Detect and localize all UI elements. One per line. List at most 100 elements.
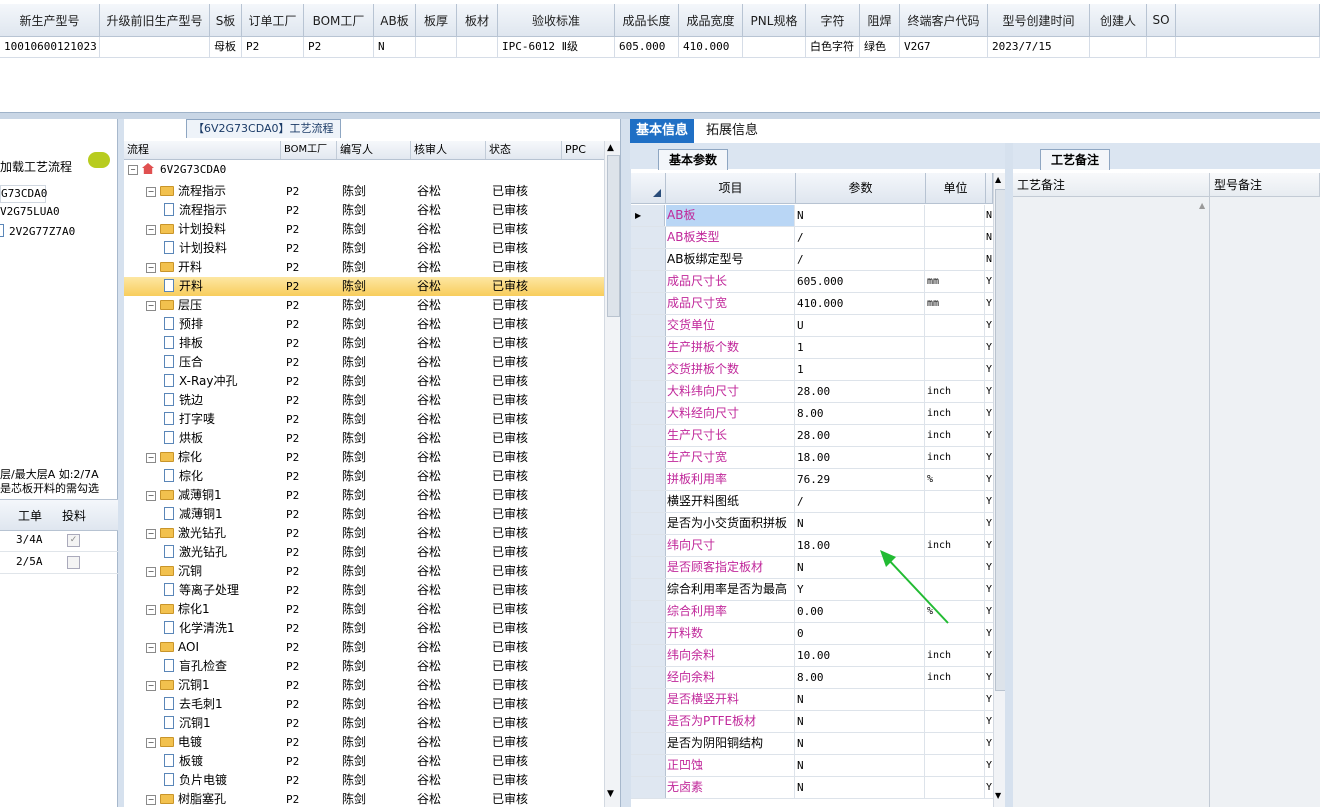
col-header[interactable]: 板厚 [416,4,457,37]
row-selector[interactable] [631,359,666,380]
chat-icon[interactable] [88,152,110,168]
list-item[interactable]: 2V2G77Z7A0 [0,224,118,240]
tree-row[interactable]: − 沉铜 P2 陈剑 谷松 已审核 [124,562,604,581]
row-selector[interactable] [631,293,666,314]
param-row[interactable]: 拼板利用率 76.29% Y [631,469,993,491]
tree-row[interactable]: 预排 P2 陈剑 谷松 已审核 [124,315,604,334]
param-row[interactable]: 是否为PTFE板材 N Y [631,711,993,733]
grid-cell[interactable]: 10010600121023 [0,37,100,58]
collapse-icon[interactable]: − [146,605,156,615]
collapse-icon[interactable]: − [146,491,156,501]
tab-process-remark[interactable]: 工艺备注 [1040,149,1111,170]
tree-row[interactable]: 沉铜1 P2 陈剑 谷松 已审核 [124,714,604,733]
param-value[interactable]: 8.00 [795,667,925,688]
col-header[interactable]: 创建人 [1090,4,1147,37]
grid-cell[interactable] [1147,37,1176,58]
param-row[interactable]: 大料纬向尺寸 28.00 inch Y [631,381,993,403]
row-selector[interactable] [631,491,666,512]
collapse-icon[interactable]: − [146,453,156,463]
param-row[interactable]: 大料经向尺寸 8.00 inch Y [631,403,993,425]
row-selector[interactable] [631,249,666,270]
param-row[interactable]: 生产尺寸宽 18.00 inch Y [631,447,993,469]
param-value[interactable]: 18.00 [795,447,925,468]
row-selector[interactable] [631,535,666,556]
col-header[interactable]: 阻焊 [860,4,900,37]
param-value[interactable]: N [795,205,925,226]
param-row[interactable]: 纬向余料 10.00 inch Y [631,645,993,667]
row-selector[interactable] [631,425,666,446]
param-row[interactable]: 是否为小交货面积拼板 N Y [631,513,993,535]
row-selector[interactable] [631,513,666,534]
grid-cell[interactable] [100,37,210,58]
collapse-icon[interactable]: − [146,263,156,273]
col-header[interactable]: PNL规格 [743,4,806,37]
collapse-icon[interactable]: − [146,643,156,653]
tree-row[interactable]: 等离子处理 P2 陈剑 谷松 已审核 [124,581,604,600]
param-value[interactable]: 8.00 [795,403,925,424]
list-item[interactable]: V2G75LUA0 [0,205,60,218]
middle-splitter[interactable] [620,119,631,807]
param-row[interactable]: 横竖开料图纸 / Y [631,491,993,513]
collapse-icon[interactable]: − [146,529,156,539]
tree-row[interactable]: − 沉铜1 P2 陈剑 谷松 已审核 [124,676,604,695]
col-header[interactable]: 升级前旧生产型号 [100,4,210,37]
tree-row[interactable]: 盲孔检查 P2 陈剑 谷松 已审核 [124,657,604,676]
tree-row[interactable]: 排板 P2 陈剑 谷松 已审核 [124,334,604,353]
tree-row[interactable]: 激光钻孔 P2 陈剑 谷松 已审核 [124,543,604,562]
param-row[interactable]: AB板绑定型号 / N [631,249,993,271]
row-selector[interactable] [631,315,666,336]
param-row[interactable]: 生产尺寸长 28.00 inch Y [631,425,993,447]
grid-cell[interactable]: P2 [304,37,374,58]
collapse-icon[interactable]: − [146,738,156,748]
load-process-row[interactable]: 加载工艺流程 [0,152,118,177]
tree-root[interactable]: − 6V2G73CDA0 [128,163,328,182]
col-header[interactable]: 验收标准 [498,4,615,37]
grid-cell[interactable]: N [374,37,416,58]
row-selector[interactable] [631,733,666,754]
row-selector[interactable] [631,447,666,468]
grid-cell[interactable]: 410.000 [679,37,743,58]
param-value[interactable]: N [795,513,925,534]
row-selector[interactable]: ▶ [631,205,665,226]
tree-row[interactable]: 计划投料 P2 陈剑 谷松 已审核 [124,239,604,258]
col-header[interactable]: 型号创建时间 [988,4,1090,37]
tree-row[interactable]: 棕化 P2 陈剑 谷松 已审核 [124,467,604,486]
col-header[interactable]: 新生产型号 [0,4,100,37]
param-row[interactable]: 是否为阴阳铜结构 N Y [631,733,993,755]
tree-row[interactable]: 铣边 P2 陈剑 谷松 已审核 [124,391,604,410]
grid-cell[interactable]: P2 [242,37,304,58]
row-selector[interactable] [631,667,666,688]
collapse-icon[interactable]: − [146,301,156,311]
param-row[interactable]: 经向余料 8.00 inch Y [631,667,993,689]
col-header[interactable]: 字符 [806,4,860,37]
tree-row[interactable]: − 电镀 P2 陈剑 谷松 已审核 [124,733,604,752]
collapse-icon[interactable]: − [128,165,138,175]
row-selector[interactable] [631,557,666,578]
param-value[interactable]: / [795,249,925,270]
param-value[interactable]: U [795,315,925,336]
table-row[interactable]: 3/4A ✓ [0,530,118,552]
tree-row[interactable]: − 棕化1 P2 陈剑 谷松 已审核 [124,600,604,619]
tree-row[interactable]: − 激光钻孔 P2 陈剑 谷松 已审核 [124,524,604,543]
row-selector[interactable] [631,623,666,644]
collapse-icon[interactable]: − [146,187,156,197]
row-selector[interactable] [631,645,666,666]
param-row[interactable]: 交货单位 U Y [631,315,993,337]
tree-row[interactable]: − 层压 P2 陈剑 谷松 已审核 [124,296,604,315]
tree-row[interactable]: − 减薄铜1 P2 陈剑 谷松 已审核 [124,486,604,505]
tab-basic-params[interactable]: 基本参数 [658,149,729,170]
collapse-icon[interactable]: − [146,567,156,577]
param-row[interactable]: 无卤素 N Y [631,777,993,799]
grid-cell[interactable] [743,37,806,58]
grid-cell[interactable] [416,37,457,58]
grid-cell[interactable]: 605.000 [615,37,679,58]
param-value[interactable]: 10.00 [795,645,925,666]
tree-row[interactable]: 开料 P2 陈剑 谷松 已审核 [124,277,604,296]
col-header[interactable]: BOM工厂 [304,4,374,37]
tree-row[interactable]: 烘板 P2 陈剑 谷松 已审核 [124,429,604,448]
table-row[interactable]: 2/5A [0,552,118,574]
tree-row[interactable]: 打字唛 P2 陈剑 谷松 已审核 [124,410,604,429]
scroll-up-icon[interactable]: ▲ [607,143,614,153]
param-row[interactable]: 成品尺寸宽 410.000 mm Y [631,293,993,315]
param-row[interactable]: 交货拼板个数 1 Y [631,359,993,381]
